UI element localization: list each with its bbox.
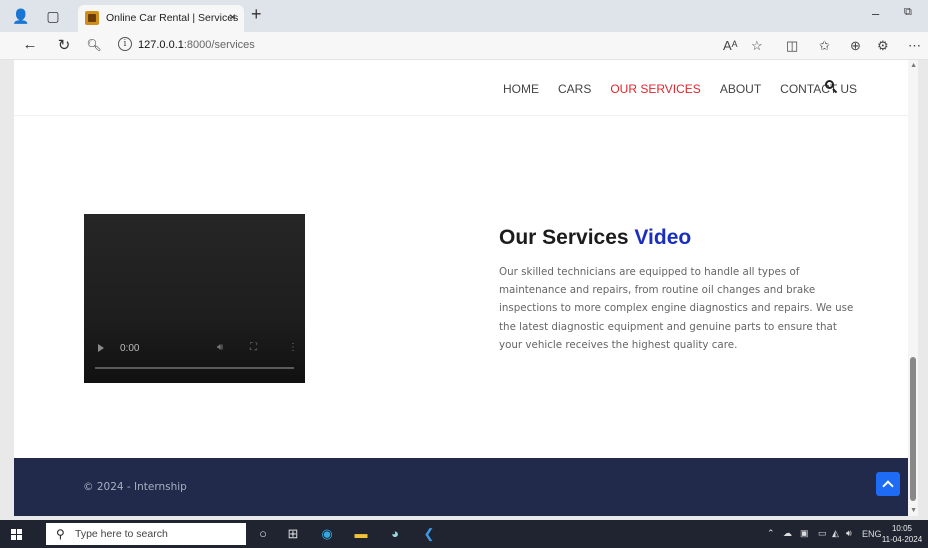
profile-icon[interactable]: 👤 [12, 7, 30, 25]
back-arrow-icon[interactable]: ← [20, 36, 40, 53]
tray-chevron-icon[interactable]: ⌃ [767, 528, 775, 539]
battery-icon[interactable]: ▭ [818, 528, 827, 539]
clock-date: 11-04-2024 [881, 535, 923, 544]
restore-button[interactable]: ⧉ [904, 6, 912, 19]
extensions-icon[interactable]: ⚙ [877, 38, 889, 54]
menu-item-about[interactable]: ABOUT [720, 82, 761, 96]
taskbar-search-placeholder: Type here to search [75, 528, 168, 540]
menu-item-home[interactable]: HOME [503, 82, 539, 96]
favorite-star-icon[interactable]: ☆ [751, 38, 763, 54]
tab-actions-icon[interactable]: ▢ [44, 7, 62, 25]
onedrive-icon[interactable]: ☁ [783, 528, 792, 539]
refresh-icon[interactable]: ↻ [54, 36, 74, 54]
taskbar-clock[interactable]: 10:05 11-04-2024 [877, 523, 927, 545]
windows-start-icon[interactable] [11, 529, 22, 540]
favorites-icon[interactable]: ✩ [819, 38, 830, 54]
search-icon[interactable]: 🔍︎ [84, 38, 104, 52]
site-search-icon[interactable] [825, 80, 838, 94]
footer-copyright: © 2024 - Internship [83, 481, 187, 493]
menu-item-cars[interactable]: CARS [558, 82, 591, 96]
video-time: 0:00 [120, 343, 140, 354]
page-scrollbar[interactable]: ▲ ▼ [908, 60, 918, 516]
tab-close-icon[interactable]: × [229, 10, 236, 24]
play-icon[interactable] [98, 344, 104, 352]
collections-icon[interactable]: ⊕ [850, 38, 861, 54]
browser-tab[interactable]: Online Car Rental | Services × [78, 5, 244, 32]
main-menu: HOME CARS OUR SERVICES ABOUT CONTACT US [503, 82, 876, 96]
menu-item-contact-us[interactable]: CONTACT US [780, 82, 857, 96]
read-aloud-icon[interactable]: Aᴬ [723, 38, 738, 53]
site-header: HOME CARS OUR SERVICES ABOUT CONTACT US [14, 60, 918, 116]
chrome-app-icon[interactable]: ◕ [386, 525, 404, 543]
site-info-icon[interactable]: i [118, 37, 132, 51]
video-progress-bar[interactable] [95, 367, 294, 369]
file-explorer-icon[interactable]: ▬ [352, 525, 370, 543]
section-title-accent: Video [634, 226, 692, 249]
scroll-thumb[interactable] [910, 357, 916, 501]
clock-time: 10:05 [891, 524, 913, 533]
split-screen-icon[interactable]: ◫ [786, 38, 798, 54]
minimize-button[interactable]: – [872, 6, 879, 21]
tab-title: Online Car Rental | Services [106, 12, 239, 24]
wifi-icon[interactable]: ◭ [832, 528, 839, 539]
vscode-icon[interactable]: ❮ [420, 525, 438, 543]
video-more-icon[interactable]: ⋮ [288, 342, 298, 353]
site-favicon-icon [85, 11, 99, 25]
site-footer: © 2024 - Internship [14, 458, 908, 516]
speaker-icon[interactable]: 🔊︎ [846, 528, 852, 539]
scroll-up-icon[interactable]: ▲ [910, 62, 917, 69]
volume-icon[interactable]: 🔊︎ [217, 342, 223, 353]
back-to-top-button[interactable] [876, 472, 900, 496]
menu-item-our-services[interactable]: OUR SERVICES [610, 82, 700, 96]
url-path: :8000/services [183, 39, 255, 51]
section-description: Our skilled technicians are equipped to … [499, 266, 854, 351]
video-player[interactable]: 0:00 🔊︎ ⛶ ⋮ [84, 214, 305, 383]
url-host: 127.0.0.1 [138, 39, 184, 51]
edge-browser-icon[interactable]: ◉ [318, 525, 336, 543]
fullscreen-icon[interactable]: ⛶ [250, 342, 257, 353]
search-icon: ⚲ [56, 527, 65, 541]
cortana-icon[interactable]: ○ [254, 525, 272, 543]
windows-taskbar: ⚲ Type here to search ○ ⊞ ◉ ▬ ◕ ❮ ⌃ ☁ ▣ … [0, 520, 928, 548]
more-menu-icon[interactable]: ⋯ [908, 38, 921, 54]
scroll-down-icon[interactable]: ▼ [910, 507, 917, 514]
task-view-icon[interactable]: ⊞ [284, 525, 302, 543]
taskbar-search-box[interactable]: ⚲ Type here to search [46, 523, 246, 545]
video-controls: 0:00 🔊︎ ⛶ ⋮ [94, 342, 298, 357]
web-page: HOME CARS OUR SERVICES ABOUT CONTACT US … [14, 60, 918, 516]
section-title-main: Our Services [499, 226, 635, 249]
screen: 👤 ▢ Online Car Rental | Services × + – ⧉… [0, 0, 928, 548]
network-status-icon[interactable]: ▣ [800, 528, 809, 539]
browser-toolbar: ← ↻ 🔍︎ i 127.0.0.1:8000/services Aᴬ ☆ ◫ … [0, 32, 928, 60]
new-tab-button[interactable]: + [251, 4, 262, 25]
address-bar[interactable]: 127.0.0.1:8000/services [138, 39, 255, 51]
section-title: Our Services Video [499, 226, 691, 250]
browser-tab-strip: 👤 ▢ Online Car Rental | Services × + – ⧉ [0, 0, 928, 32]
